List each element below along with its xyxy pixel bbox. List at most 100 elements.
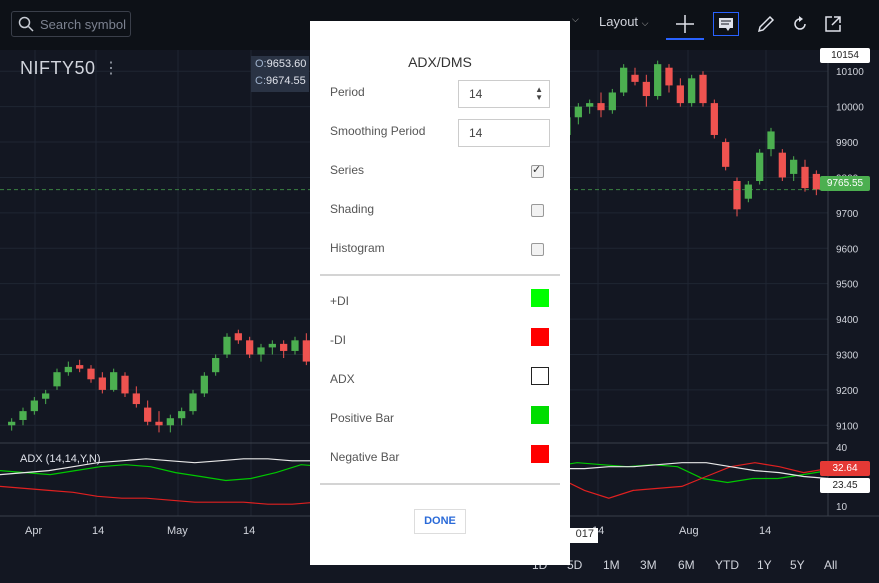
candle-body: [144, 407, 152, 422]
dialog-title: ADX/DMS: [408, 54, 472, 70]
adx-study-label[interactable]: ADX (14,14,Y,N): [20, 453, 101, 465]
candle-body: [155, 421, 163, 426]
range-5y[interactable]: 5Y: [790, 558, 805, 572]
negative-bar-label: Negative Bar: [330, 450, 400, 464]
adx-settings-dialog: ADX/DMS Period 14 ▲ ▼ Smoothing Period 14…: [310, 21, 570, 565]
candle-body: [42, 393, 50, 399]
x-label-aug: Aug: [679, 525, 699, 537]
positive-bar-color-swatch[interactable]: [531, 406, 549, 424]
candle-body: [64, 366, 72, 373]
price-tick-label: 9600: [836, 244, 859, 255]
range-3m[interactable]: 3M: [640, 558, 657, 572]
candle-body: [246, 340, 254, 355]
candle-body: [586, 103, 594, 107]
candle-body: [676, 85, 684, 104]
layout-menu[interactable]: Layout ⌵: [599, 14, 649, 29]
range-1y[interactable]: 1Y: [757, 558, 772, 572]
text-note-button[interactable]: [713, 12, 739, 36]
candle-body: [756, 152, 764, 181]
refresh-icon[interactable]: [790, 14, 810, 34]
x-label-14: 14: [92, 525, 105, 537]
period-value: 14: [469, 87, 483, 101]
negative-bar-color-swatch[interactable]: [531, 445, 549, 463]
candle-body: [189, 393, 197, 412]
candle-body: [121, 375, 129, 394]
layout-label: Layout: [599, 14, 639, 29]
range-ytd[interactable]: YTD: [715, 558, 739, 572]
price-tick-label: 10100: [836, 67, 864, 78]
positive-bar-label: Positive Bar: [330, 411, 395, 425]
series-checkbox[interactable]: [531, 163, 544, 178]
range-all[interactable]: All: [824, 558, 837, 572]
candle-body: [597, 103, 605, 111]
smoothing-field[interactable]: 14: [458, 119, 550, 147]
minus-di-value-box: 32.64: [820, 461, 870, 476]
crosshair-button[interactable]: [666, 8, 704, 40]
x-label-apr: Apr: [25, 525, 43, 537]
shading-label: Shading: [330, 202, 375, 216]
candle-body: [110, 372, 118, 390]
candle-body: [166, 418, 174, 426]
candle-body: [790, 159, 798, 174]
candle-body: [608, 92, 616, 111]
symbol-name[interactable]: NIFTY50: [20, 58, 96, 79]
candle-body: [178, 411, 186, 419]
x-label-may: May: [167, 525, 188, 537]
candle-body: [710, 103, 718, 135]
pencil-icon[interactable]: [756, 14, 776, 34]
candle-body: [699, 74, 707, 104]
note-icon: [719, 18, 733, 31]
crosshair-icon: [676, 15, 694, 33]
smoothing-label: Smoothing Period: [330, 124, 426, 138]
candle-body: [744, 184, 752, 199]
price-tick-label: 9100: [836, 421, 859, 432]
popout-icon[interactable]: [823, 14, 843, 34]
candle-body: [302, 340, 310, 362]
candle-body: [200, 375, 208, 394]
open-value: 9653.60: [266, 58, 307, 70]
range-6m[interactable]: 6M: [678, 558, 695, 572]
candle-body: [280, 343, 288, 351]
price-tick-label: 10000: [836, 103, 864, 114]
candle-body: [19, 411, 27, 420]
symbol-menu-icon[interactable]: ⋮: [103, 58, 119, 78]
plus-di-color-swatch[interactable]: [531, 289, 549, 307]
search-icon: [18, 16, 34, 32]
x-label-14: 14: [243, 525, 256, 537]
range-1m[interactable]: 1M: [603, 558, 620, 572]
plus-di-label: +DI: [330, 294, 350, 308]
candle-body: [733, 181, 741, 210]
close-label: C:: [255, 75, 266, 87]
done-button[interactable]: DONE: [414, 509, 466, 534]
candle-body: [665, 67, 673, 86]
candle-body: [642, 81, 650, 97]
price-tick-label: 9300: [836, 350, 859, 361]
candle-body: [132, 393, 140, 405]
candle-body: [98, 377, 106, 390]
search-input[interactable]: Search symbol: [11, 11, 131, 37]
candle-body: [30, 400, 38, 412]
search-placeholder: Search symbol: [40, 16, 126, 32]
chevron-down-icon: ⌵: [641, 18, 649, 28]
histogram-label: Histogram: [330, 241, 385, 255]
histogram-checkbox[interactable]: [531, 243, 544, 256]
candle-body: [291, 340, 299, 351]
candle-body: [234, 333, 242, 341]
candle-body: [212, 358, 220, 373]
candle-body: [812, 173, 820, 190]
candle-body: [688, 78, 696, 104]
candle-body: [76, 365, 84, 369]
x-label-14: 14: [759, 525, 772, 537]
last-price-box: 9765.55: [820, 176, 870, 191]
adx-tick-label: 40: [836, 443, 848, 454]
candle-body: [223, 336, 231, 355]
series-label: Series: [330, 163, 365, 177]
close-value: 9674.55: [266, 75, 306, 87]
minus-di-color-swatch[interactable]: [531, 328, 549, 346]
stepper-arrows-icon[interactable]: ▲ ▼: [535, 86, 543, 102]
divider: [320, 483, 560, 485]
smoothing-value: 14: [469, 126, 483, 140]
period-stepper[interactable]: 14 ▲ ▼: [458, 80, 550, 108]
shading-checkbox[interactable]: [531, 204, 544, 217]
adx-color-swatch[interactable]: [531, 367, 549, 385]
